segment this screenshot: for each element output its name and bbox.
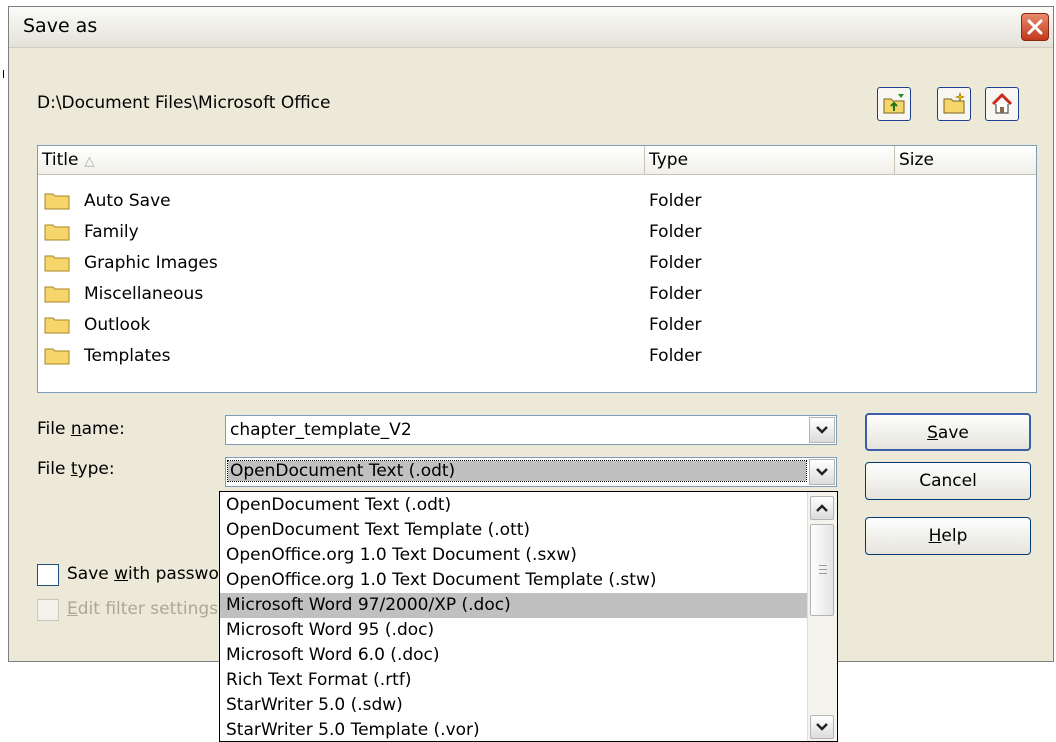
dropdown-scrollbar[interactable] [807,492,837,741]
help-button-rest: elp [941,526,968,546]
file-list[interactable]: Title △ Type Size Auto Save Folder Family… [37,145,1037,393]
folder-icon [44,255,70,272]
table-row[interactable]: Graphic Images Folder [38,248,1036,279]
file-type-dropdown-button[interactable] [809,459,835,485]
chevron-down-icon [816,723,828,731]
scroll-up-button[interactable] [810,496,834,520]
file-name-label-key: n [70,419,82,439]
file-name: Graphic Images [84,253,218,273]
password-label-pre: Save [67,564,115,584]
filter-label-post: dit filter settings [77,599,219,619]
cancel-button[interactable]: Cancel [865,462,1031,500]
scrollbar-thumb[interactable] [810,524,834,616]
table-row[interactable]: Miscellaneous Folder [38,279,1036,310]
file-type: Folder [649,253,702,273]
table-row[interactable]: Outlook Folder [38,310,1036,341]
file-type-label-post: ype: [77,459,115,479]
folder-up-icon [883,94,905,114]
file-type-option[interactable]: OpenOffice.org 1.0 Text Document (.sxw) [220,543,808,568]
new-folder-button[interactable] [937,87,971,121]
folder-icon [44,193,70,210]
file-name-value: chapter_template_V2 [230,420,412,440]
column-title[interactable]: Title △ [38,146,645,174]
edit-filter-settings-label: Edit filter settings [67,599,218,619]
file-type-option[interactable]: Microsoft Word 6.0 (.doc) [220,643,808,668]
file-name-label-pre: File [37,419,71,439]
column-size-label: Size [899,150,934,170]
file-type-dropdown-list[interactable]: OpenDocument Text (.odt) OpenDocument Te… [219,491,838,742]
file-type: Folder [649,222,702,242]
save-button-key: S [927,423,938,443]
file-type-label: File type: [37,459,115,479]
file-name: Outlook [84,315,151,335]
file-name: Templates [84,346,171,366]
table-row[interactable]: Auto Save Folder [38,186,1036,217]
file-type-label-pre: File [37,459,71,479]
file-list-header: Title △ Type Size [38,146,1036,175]
save-with-password-checkbox[interactable] [37,564,59,586]
file-type: Folder [649,191,702,211]
file-type: Folder [649,315,702,335]
file-type-option[interactable]: Microsoft Word 95 (.doc) [220,618,808,643]
file-name: Family [84,222,139,242]
folder-icon [44,224,70,241]
file-type-option[interactable]: StarWriter 5.0 Template (.vor) [220,718,808,741]
file-type-option[interactable]: Rich Text Format (.rtf) [220,668,808,693]
save-button-rest: ave [937,423,969,443]
column-size[interactable]: Size [895,146,1036,174]
file-type-option-highlighted[interactable]: Microsoft Word 97/2000/XP (.doc) [220,593,808,618]
new-folder-icon [943,92,965,114]
chevron-down-icon [816,426,828,434]
table-row[interactable]: Family Folder [38,217,1036,248]
folder-up-button[interactable] [877,87,911,121]
help-button-key: H [928,526,942,546]
file-type-option[interactable]: OpenOffice.org 1.0 Text Document Templat… [220,568,808,593]
file-type-label-key: t [70,459,78,479]
folder-icon [44,286,70,303]
file-type-option[interactable]: OpenDocument Text (.odt) [220,493,808,518]
folder-icon [44,348,70,365]
column-title-label: Title [42,150,79,170]
column-type[interactable]: Type [645,146,895,174]
file-type: Folder [649,346,702,366]
save-button[interactable]: Save [865,413,1031,451]
help-button[interactable]: Help [865,517,1031,555]
scroll-down-button[interactable] [810,715,834,739]
chevron-up-icon [816,504,828,512]
dialog-title: Save as [23,15,98,37]
file-type-option[interactable]: StarWriter 5.0 (.sdw) [220,693,808,718]
grip-line [819,569,827,570]
file-name: Miscellaneous [84,284,204,304]
file-name-label-post: ame: [81,419,125,439]
cursor-mark [3,70,4,78]
file-name-input[interactable]: chapter_template_V2 [225,415,837,445]
file-type-value: OpenDocument Text (.odt) [227,460,807,482]
chevron-down-icon [816,468,828,476]
grip-line [819,573,827,574]
sort-ascending-icon: △ [84,154,95,169]
password-label-key: w [114,564,129,584]
column-type-label: Type [649,150,689,170]
file-name-dropdown-button[interactable] [809,417,835,443]
grip-line [819,565,827,566]
home-button[interactable] [985,87,1019,121]
save-with-password-label: Save with passwo [67,564,219,584]
password-label-post: ith passwo [128,564,219,584]
filter-label-key: E [67,599,78,619]
home-icon [991,93,1013,114]
edit-filter-settings-checkbox [37,599,59,621]
title-bar: Save as [9,7,1053,48]
file-type-select[interactable]: OpenDocument Text (.odt) [225,457,837,487]
file-name-label: File name: [37,419,125,439]
file-type: Folder [649,284,702,304]
file-name: Auto Save [84,191,171,211]
close-icon[interactable] [1021,13,1049,41]
folder-icon [44,317,70,334]
table-row[interactable]: Templates Folder [38,341,1036,372]
file-type-option[interactable]: OpenDocument Text Template (.ott) [220,518,808,543]
cancel-button-label: Cancel [919,471,977,491]
current-path: D:\Document Files\Microsoft Office [37,93,331,113]
